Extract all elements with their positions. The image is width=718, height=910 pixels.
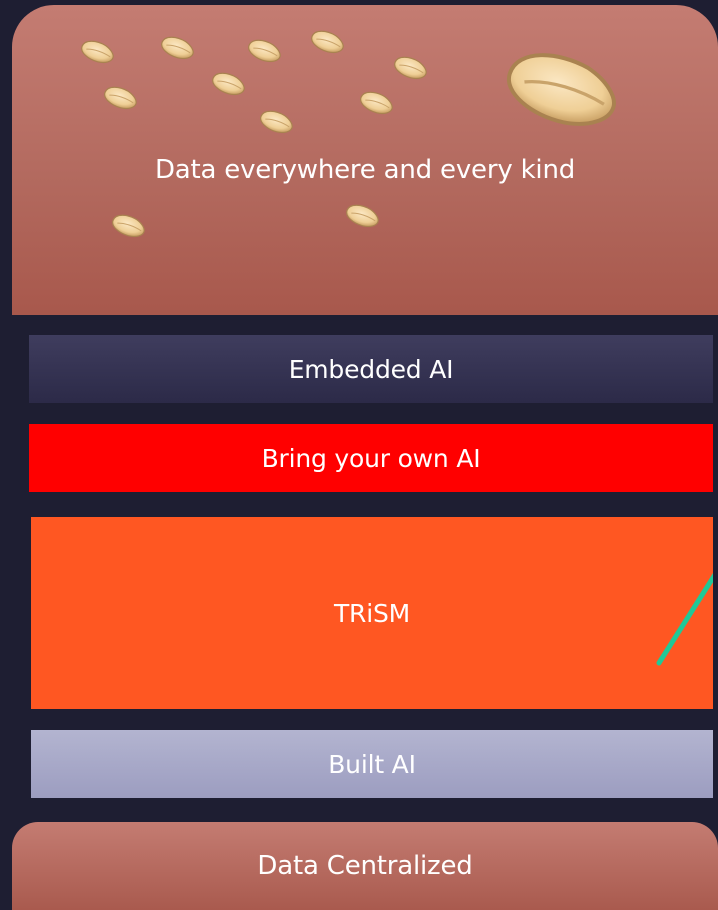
seed-icon — [109, 210, 148, 242]
seed-icon — [101, 82, 140, 114]
seed-icon — [158, 32, 197, 64]
data-everywhere-layer: Data everywhere and every kind — [12, 5, 718, 315]
seed-icon — [391, 52, 430, 84]
seed-icon — [357, 87, 396, 119]
bring-your-own-ai-layer: Bring your own AI — [29, 424, 713, 492]
seed-icon — [209, 68, 248, 100]
data-centralized-label: Data Centralized — [257, 851, 473, 881]
data-everywhere-label: Data everywhere and every kind — [154, 155, 576, 185]
built-ai-label: Built AI — [328, 749, 416, 779]
seed-icon — [308, 26, 347, 58]
embedded-ai-label: Embedded AI — [288, 354, 454, 384]
trism-label: TRiSM — [333, 598, 411, 628]
large-seed-icon — [498, 41, 626, 139]
seed-icon — [343, 200, 382, 232]
seed-icon — [257, 106, 296, 138]
data-centralized-layer: Data Centralized — [12, 822, 718, 910]
seed-icon — [78, 36, 117, 68]
seed-icon — [245, 35, 284, 67]
built-ai-layer: Built AI — [31, 730, 713, 798]
bring-your-own-ai-label: Bring your own AI — [261, 443, 481, 473]
embedded-ai-layer: Embedded AI — [29, 335, 713, 403]
trism-layer: TRiSM — [31, 517, 713, 709]
